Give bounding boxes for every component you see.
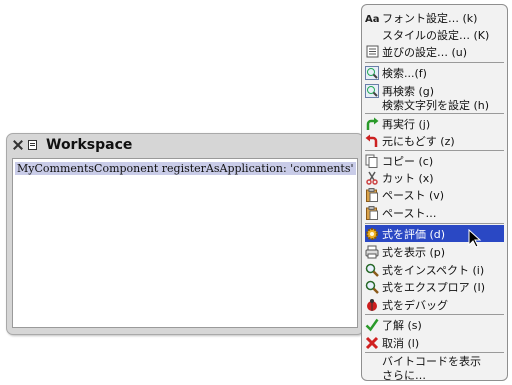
copy-icon	[365, 154, 379, 168]
cut-icon	[365, 171, 379, 185]
undo-icon	[365, 134, 379, 148]
menu-item-alignment[interactable]: 並びの設定… (u)	[365, 43, 504, 60]
paste-icon	[365, 187, 379, 202]
close-icon[interactable]	[13, 140, 23, 150]
window-menu-icon[interactable]	[28, 140, 37, 150]
menu-item-paste-ellipsis[interactable]: ペースト…	[365, 204, 504, 221]
menu-item-more[interactable]: さらに…	[365, 366, 504, 383]
inspect-icon	[365, 263, 379, 277]
menu-item-cancel[interactable]: 取消 (l)	[365, 334, 504, 351]
menu-item-style[interactable]: スタイルの設定… (K)	[365, 26, 504, 43]
menu-item-print-it[interactable]: 式を表示 (p)	[365, 243, 504, 260]
menu-item-inspect-it[interactable]: 式をインスペクト (i)	[365, 261, 504, 278]
menu-item-debug-it[interactable]: 式をデバッグ	[365, 296, 504, 313]
paste-icon	[365, 205, 379, 220]
redo-icon	[365, 117, 379, 131]
search-icon	[365, 65, 379, 80]
gear-icon	[365, 227, 379, 241]
menu-item-paste[interactable]: ペースト (v)	[365, 186, 504, 203]
mouse-cursor-icon	[468, 229, 482, 248]
check-icon	[365, 318, 379, 332]
menu-item-find[interactable]: 検索...(f)	[365, 64, 504, 81]
selected-code[interactable]: MyCommentsComponent registerAsApplicatio…	[15, 162, 356, 175]
menu-item-redo[interactable]: 再実行 (j)	[365, 115, 504, 132]
explore-icon	[365, 280, 379, 294]
menu-item-font[interactable]: Aa フォント設定… (k)	[365, 9, 504, 26]
menu-item-cut[interactable]: カット (x)	[365, 169, 504, 186]
cancel-icon	[365, 336, 379, 350]
context-menu: Aa フォント設定… (k) スタイルの設定… (K) 並びの設定… (u) 検…	[361, 4, 508, 383]
workspace-window[interactable]: Workspace MyCommentsComponent registerAs…	[6, 133, 364, 335]
svg-text:Aa: Aa	[365, 14, 379, 24]
workspace-text-area[interactable]: MyCommentsComponent registerAsApplicatio…	[12, 158, 358, 328]
menu-item-do-it[interactable]: 式を評価 (d)	[365, 225, 504, 242]
font-icon: Aa	[365, 11, 379, 25]
print-icon	[365, 245, 379, 259]
menu-item-undo[interactable]: 元にもどす (z)	[365, 132, 504, 149]
workspace-title-bar[interactable]: Workspace	[7, 134, 363, 156]
menu-item-copy[interactable]: コピー (c)	[365, 152, 504, 169]
debug-icon	[365, 298, 379, 312]
menu-item-set-search-string[interactable]: 検索文字列を設定 (h)	[365, 96, 504, 113]
menu-item-explore-it[interactable]: 式をエクスプロア (I)	[365, 278, 504, 295]
alignment-icon	[365, 45, 379, 59]
workspace-title: Workspace	[46, 137, 133, 153]
menu-item-accept[interactable]: 了解 (s)	[365, 316, 504, 333]
